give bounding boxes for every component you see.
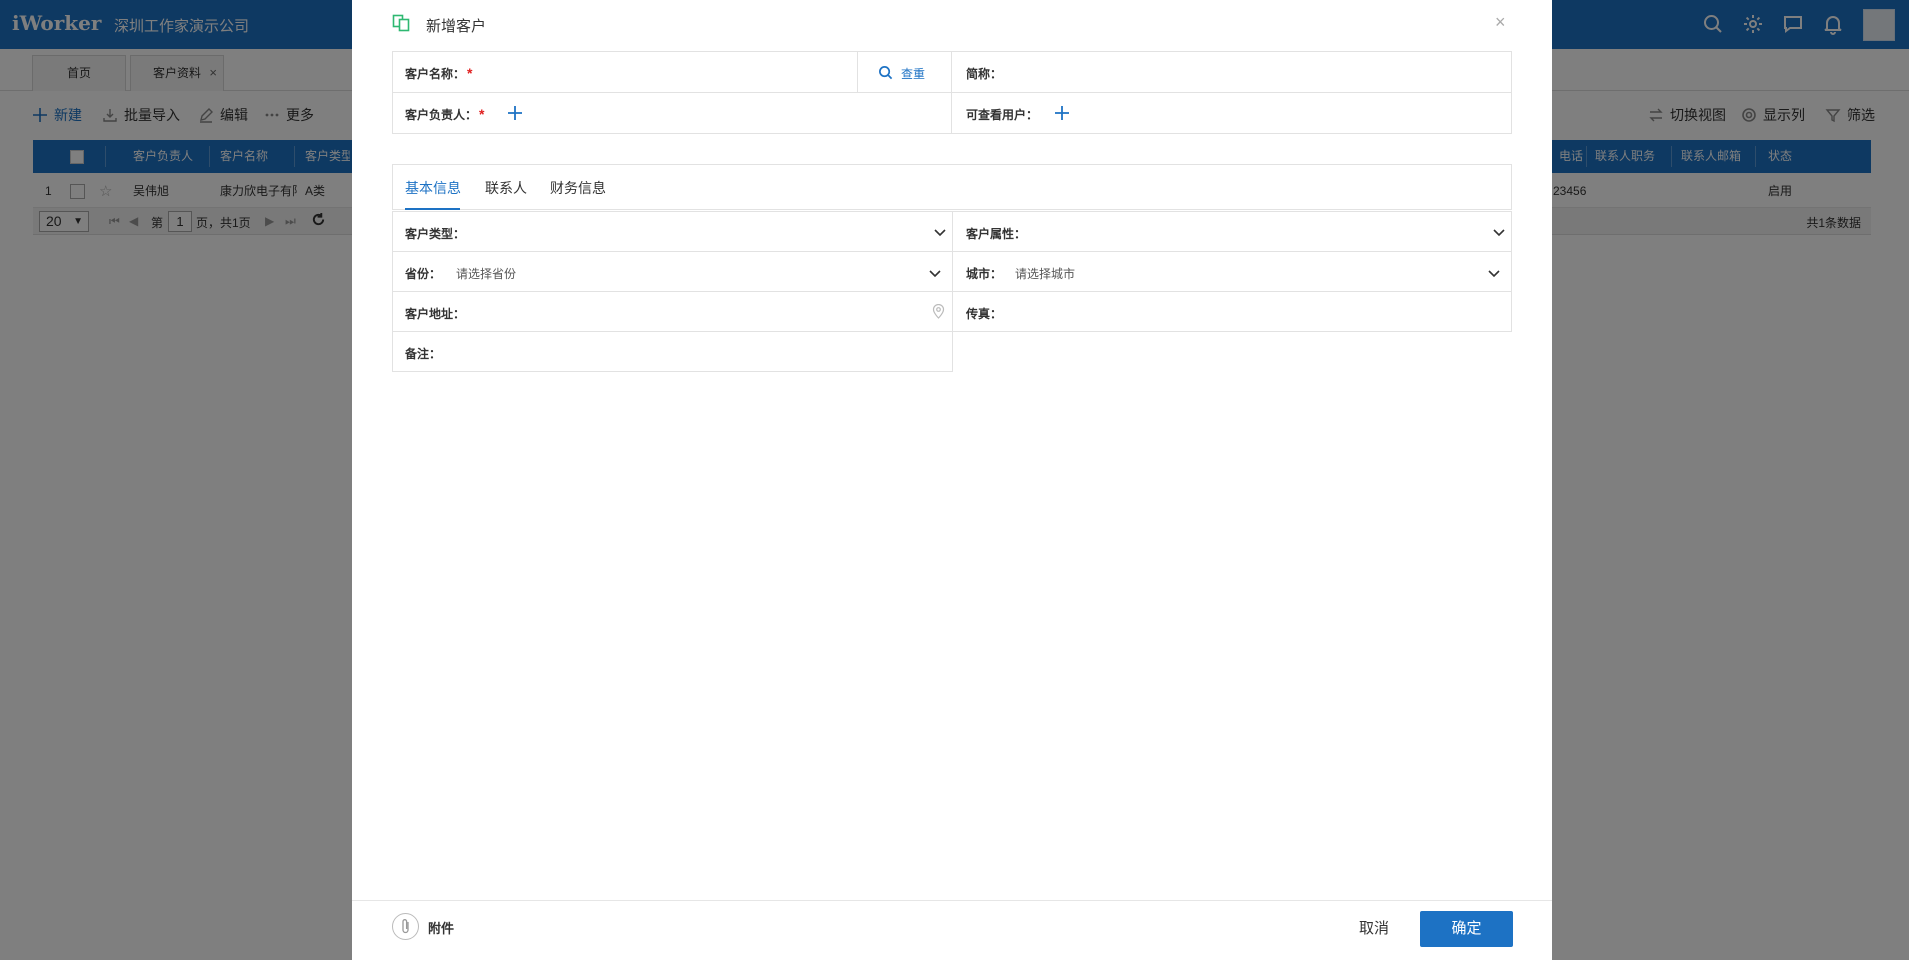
dialog-footer: 附件 取消 确定 xyxy=(352,900,1552,960)
customer-name-label: 客户名称： * xyxy=(405,65,472,82)
confirm-button[interactable]: 确定 xyxy=(1420,911,1513,947)
address-field[interactable]: 客户地址： xyxy=(392,291,953,332)
location-pin-icon[interactable] xyxy=(932,304,945,319)
short-name-field[interactable]: 简称： xyxy=(952,52,1511,93)
basic-info-form: 客户类型： 客户属性： 省份： 请选择省份 城市： 请选择城市 客户地址： 传真… xyxy=(392,211,1512,376)
add-viewer-plus-icon[interactable] xyxy=(1053,104,1071,122)
fax-label: 传真： xyxy=(966,307,1003,321)
detail-tabs: 基本信息 联系人 财务信息 xyxy=(392,164,1512,210)
tab-basic-info[interactable]: 基本信息 xyxy=(405,178,461,198)
chevron-down-icon xyxy=(1493,229,1505,237)
add-owner-plus-icon[interactable] xyxy=(506,104,524,122)
province-select[interactable]: 省份： 请选择省份 xyxy=(392,251,953,292)
fax-field[interactable]: 传真： xyxy=(952,291,1512,332)
dialog-title-icon xyxy=(392,14,410,32)
tab-finance[interactable]: 财务信息 xyxy=(550,178,606,198)
dialog-title: 新增客户 xyxy=(426,18,487,35)
customer-type-select[interactable]: 客户类型： xyxy=(392,211,953,252)
required-mark: * xyxy=(467,65,473,81)
close-icon[interactable]: × xyxy=(1495,12,1506,33)
customer-name-label-text: 客户名称： xyxy=(405,67,466,81)
province-label: 省份： xyxy=(405,267,442,281)
city-select[interactable]: 城市： 请选择城市 xyxy=(952,251,1512,292)
required-mark: * xyxy=(479,106,485,122)
paperclip-icon[interactable] xyxy=(392,913,419,940)
viewers-label: 可查看用户： xyxy=(966,108,1039,122)
attachment-label[interactable]: 附件 xyxy=(428,918,454,937)
city-label: 城市： xyxy=(966,267,1003,281)
address-label: 客户地址： xyxy=(405,307,466,321)
province-placeholder: 请选择省份 xyxy=(456,267,517,281)
lookup-button[interactable]: 查重 xyxy=(858,52,952,93)
customer-type-label: 客户类型： xyxy=(405,227,466,241)
customer-name-field[interactable]: 客户名称： * xyxy=(393,52,858,93)
lookup-label: 查重 xyxy=(901,67,926,81)
short-name-label: 简称： xyxy=(966,67,1003,81)
new-customer-dialog: 新增客户 × 客户名称： * 查重 简称： 客户负责人： * 可查看用户： 基本信息 xyxy=(352,0,1552,960)
city-placeholder: 请选择城市 xyxy=(1015,267,1076,281)
owner-label-text: 客户负责人： xyxy=(405,108,478,122)
viewers-field[interactable]: 可查看用户： xyxy=(952,93,1511,133)
customer-header-form: 客户名称： * 查重 简称： 客户负责人： * 可查看用户： xyxy=(392,51,1512,134)
chevron-down-icon xyxy=(1488,270,1500,278)
customer-attr-label: 客户属性： xyxy=(966,227,1027,241)
active-tab-indicator xyxy=(405,208,460,210)
search-icon xyxy=(879,66,893,80)
tab-contacts[interactable]: 联系人 xyxy=(485,178,527,198)
customer-attr-select[interactable]: 客户属性： xyxy=(952,211,1512,252)
remark-field[interactable]: 备注： xyxy=(392,331,953,372)
remark-label: 备注： xyxy=(405,347,442,361)
chevron-down-icon xyxy=(934,229,946,237)
owner-field[interactable]: 客户负责人： * xyxy=(393,93,952,133)
chevron-down-icon xyxy=(929,270,941,278)
cancel-button[interactable]: 取消 xyxy=(1344,911,1404,947)
owner-label: 客户负责人： * xyxy=(405,106,484,123)
